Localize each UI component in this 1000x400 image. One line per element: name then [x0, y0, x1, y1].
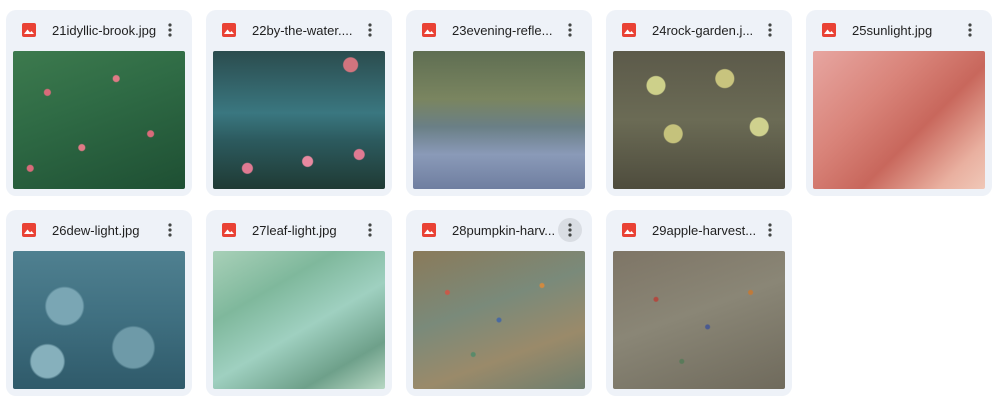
more-vert-icon [768, 23, 772, 37]
more-vert-icon [168, 223, 172, 237]
file-name: 22by-the-water.... [252, 23, 353, 38]
image-file-icon [422, 23, 436, 37]
more-actions-button[interactable] [558, 218, 582, 242]
more-actions-button[interactable] [958, 18, 982, 42]
file-card[interactable]: 21idyllic-brook.jpg [6, 10, 192, 196]
file-name: 26dew-light.jpg [52, 223, 140, 238]
file-card-header: 24rock-garden.j... [606, 10, 792, 50]
image-file-icon [222, 223, 236, 237]
more-actions-button[interactable] [158, 18, 182, 42]
file-name: 24rock-garden.j... [652, 23, 754, 38]
more-vert-icon [368, 23, 372, 37]
image-file-icon [222, 23, 236, 37]
file-card-header: 23evening-refle... [406, 10, 592, 50]
more-actions-button[interactable] [558, 18, 582, 42]
file-name: 27leaf-light.jpg [252, 223, 337, 238]
file-name: 21idyllic-brook.jpg [52, 23, 157, 38]
more-vert-icon [368, 223, 372, 237]
file-card-header: 28pumpkin-harv... [406, 210, 592, 250]
file-card-header: 25sunlight.jpg [806, 10, 992, 50]
image-file-icon [422, 223, 436, 237]
file-card[interactable]: 28pumpkin-harv... [406, 210, 592, 396]
more-vert-icon [968, 23, 972, 37]
file-card-header: 29apple-harvest... [606, 210, 792, 250]
file-card-header: 27leaf-light.jpg [206, 210, 392, 250]
file-card[interactable]: 27leaf-light.jpg [206, 210, 392, 396]
file-thumbnail[interactable] [613, 251, 785, 389]
file-name: 29apple-harvest... [652, 223, 757, 238]
more-actions-button[interactable] [758, 218, 782, 242]
file-thumbnail[interactable] [413, 251, 585, 389]
more-actions-button[interactable] [758, 18, 782, 42]
file-name: 28pumpkin-harv... [452, 223, 556, 238]
file-card[interactable]: 26dew-light.jpg [6, 210, 192, 396]
file-card[interactable]: 24rock-garden.j... [606, 10, 792, 196]
image-file-icon [22, 23, 36, 37]
file-thumbnail[interactable] [613, 51, 785, 189]
file-card-header: 21idyllic-brook.jpg [6, 10, 192, 50]
file-thumbnail[interactable] [213, 251, 385, 389]
file-thumbnail[interactable] [413, 51, 585, 189]
image-file-icon [622, 23, 636, 37]
file-thumbnail[interactable] [813, 51, 985, 189]
more-actions-button[interactable] [358, 18, 382, 42]
image-file-icon [622, 223, 636, 237]
file-thumbnail[interactable] [213, 51, 385, 189]
file-card[interactable]: 22by-the-water.... [206, 10, 392, 196]
image-file-icon [822, 23, 836, 37]
more-vert-icon [568, 223, 572, 237]
file-grid: 21idyllic-brook.jpg 22by-the-water.... 2… [0, 0, 1000, 400]
more-actions-button[interactable] [158, 218, 182, 242]
file-thumbnail[interactable] [13, 51, 185, 189]
more-vert-icon [568, 23, 572, 37]
file-card[interactable]: 25sunlight.jpg [806, 10, 992, 196]
file-name: 23evening-refle... [452, 23, 553, 38]
image-file-icon [22, 223, 36, 237]
file-card[interactable]: 23evening-refle... [406, 10, 592, 196]
more-vert-icon [168, 23, 172, 37]
file-card[interactable]: 29apple-harvest... [606, 210, 792, 396]
more-actions-button[interactable] [358, 218, 382, 242]
file-card-header: 26dew-light.jpg [6, 210, 192, 250]
more-vert-icon [768, 223, 772, 237]
file-thumbnail[interactable] [13, 251, 185, 389]
file-card-header: 22by-the-water.... [206, 10, 392, 50]
file-name: 25sunlight.jpg [852, 23, 933, 38]
